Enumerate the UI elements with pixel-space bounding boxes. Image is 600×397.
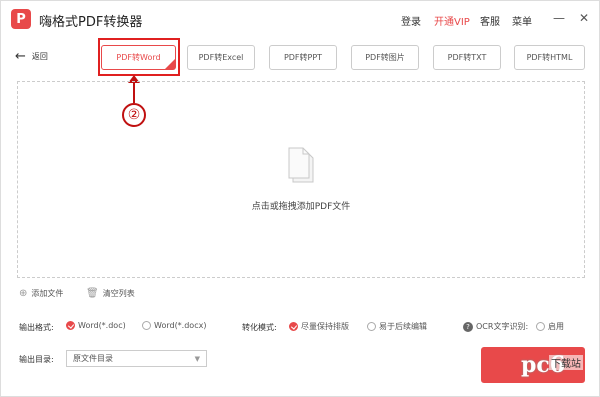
clear-list-label: 清空列表 (102, 289, 135, 298)
radio-unchecked-icon (536, 322, 545, 331)
close-button[interactable]: ✕ (579, 11, 589, 25)
tab-label: PDF转图片 (365, 53, 405, 62)
title-bar: P 嗨格式PDF转换器 登录 开通VIP 客服 菜单 — ✕ (1, 1, 600, 37)
ocr-label: OCR文字识别: (476, 322, 529, 331)
minimize-button[interactable]: — (553, 11, 565, 25)
tab-label: PDF转PPT (283, 53, 323, 62)
app-logo: P (11, 9, 31, 29)
login-link[interactable]: 登录 (401, 13, 421, 28)
back-label: 返回 (31, 52, 48, 61)
output-dir-value: 原文件目录 (73, 354, 113, 363)
tab-pdf-to-txt[interactable]: PDF转TXT (433, 45, 501, 70)
mode-edit-label: 易于后续编辑 (379, 322, 427, 331)
output-dir-select[interactable]: 原文件目录 ▼ (66, 350, 207, 367)
radio-unchecked-icon (142, 321, 151, 330)
format-docx-radio[interactable]: Word(*.docx) (142, 321, 206, 330)
tab-pdf-to-html[interactable]: PDF转HTML (514, 45, 585, 70)
ocr-enable-label: 启用 (548, 322, 564, 331)
tab-label: PDF转HTML (526, 53, 573, 62)
tab-pdf-to-image[interactable]: PDF转图片 (351, 45, 419, 70)
output-format-label: 输出格式: (19, 323, 54, 332)
radio-checked-icon (289, 322, 298, 331)
tab-label: PDF转Excel (198, 53, 244, 62)
app-title: 嗨格式PDF转换器 (39, 15, 143, 30)
service-link[interactable]: 客服 (480, 13, 500, 28)
watermark-subtitle: 下载站 (549, 355, 583, 370)
tab-pdf-to-ppt[interactable]: PDF转PPT (269, 45, 337, 70)
arrow-left-icon: ← (15, 48, 26, 64)
mode-keep-layout-radio[interactable]: 尽量保持排版 (289, 321, 349, 332)
format-doc-label: Word(*.doc) (78, 321, 126, 330)
back-button[interactable]: ← 返回 (15, 48, 48, 64)
plus-circle-icon: ⊕ (19, 288, 28, 299)
ocr-option: ? OCR文字识别: (463, 321, 528, 332)
clear-list-button[interactable]: 🗑 清空列表 (86, 288, 135, 299)
mode-label: 转化模式: (242, 323, 277, 332)
document-icon (288, 147, 314, 183)
add-file-label: 添加文件 (31, 289, 64, 298)
format-doc-radio[interactable]: Word(*.doc) (66, 321, 126, 330)
tab-pdf-to-excel[interactable]: PDF转Excel (187, 45, 255, 70)
add-file-button[interactable]: ⊕ 添加文件 (19, 288, 63, 299)
mode-keep-label: 尽量保持排版 (301, 322, 349, 331)
radio-unchecked-icon (367, 322, 376, 331)
vip-link[interactable]: 开通VIP (434, 13, 470, 28)
output-dir-label: 输出目录: (19, 355, 54, 364)
radio-checked-icon (66, 321, 75, 330)
menu-link[interactable]: 菜单 (512, 13, 532, 28)
app-window: P 嗨格式PDF转换器 登录 开通VIP 客服 菜单 — ✕ ← 返回 PDF转… (0, 0, 600, 397)
chevron-down-icon: ▼ (194, 355, 200, 363)
drop-hint-text: 点击或拖拽添加PDF文件 (251, 202, 351, 212)
help-icon[interactable]: ? (463, 321, 473, 332)
mode-editable-radio[interactable]: 易于后续编辑 (367, 321, 427, 332)
format-docx-label: Word(*.docx) (154, 321, 207, 330)
annotation-highlight-box (98, 38, 180, 76)
ocr-enable-radio[interactable]: 启用 (536, 321, 564, 332)
trash-icon: 🗑 (86, 288, 99, 299)
tab-label: PDF转TXT (447, 53, 487, 62)
